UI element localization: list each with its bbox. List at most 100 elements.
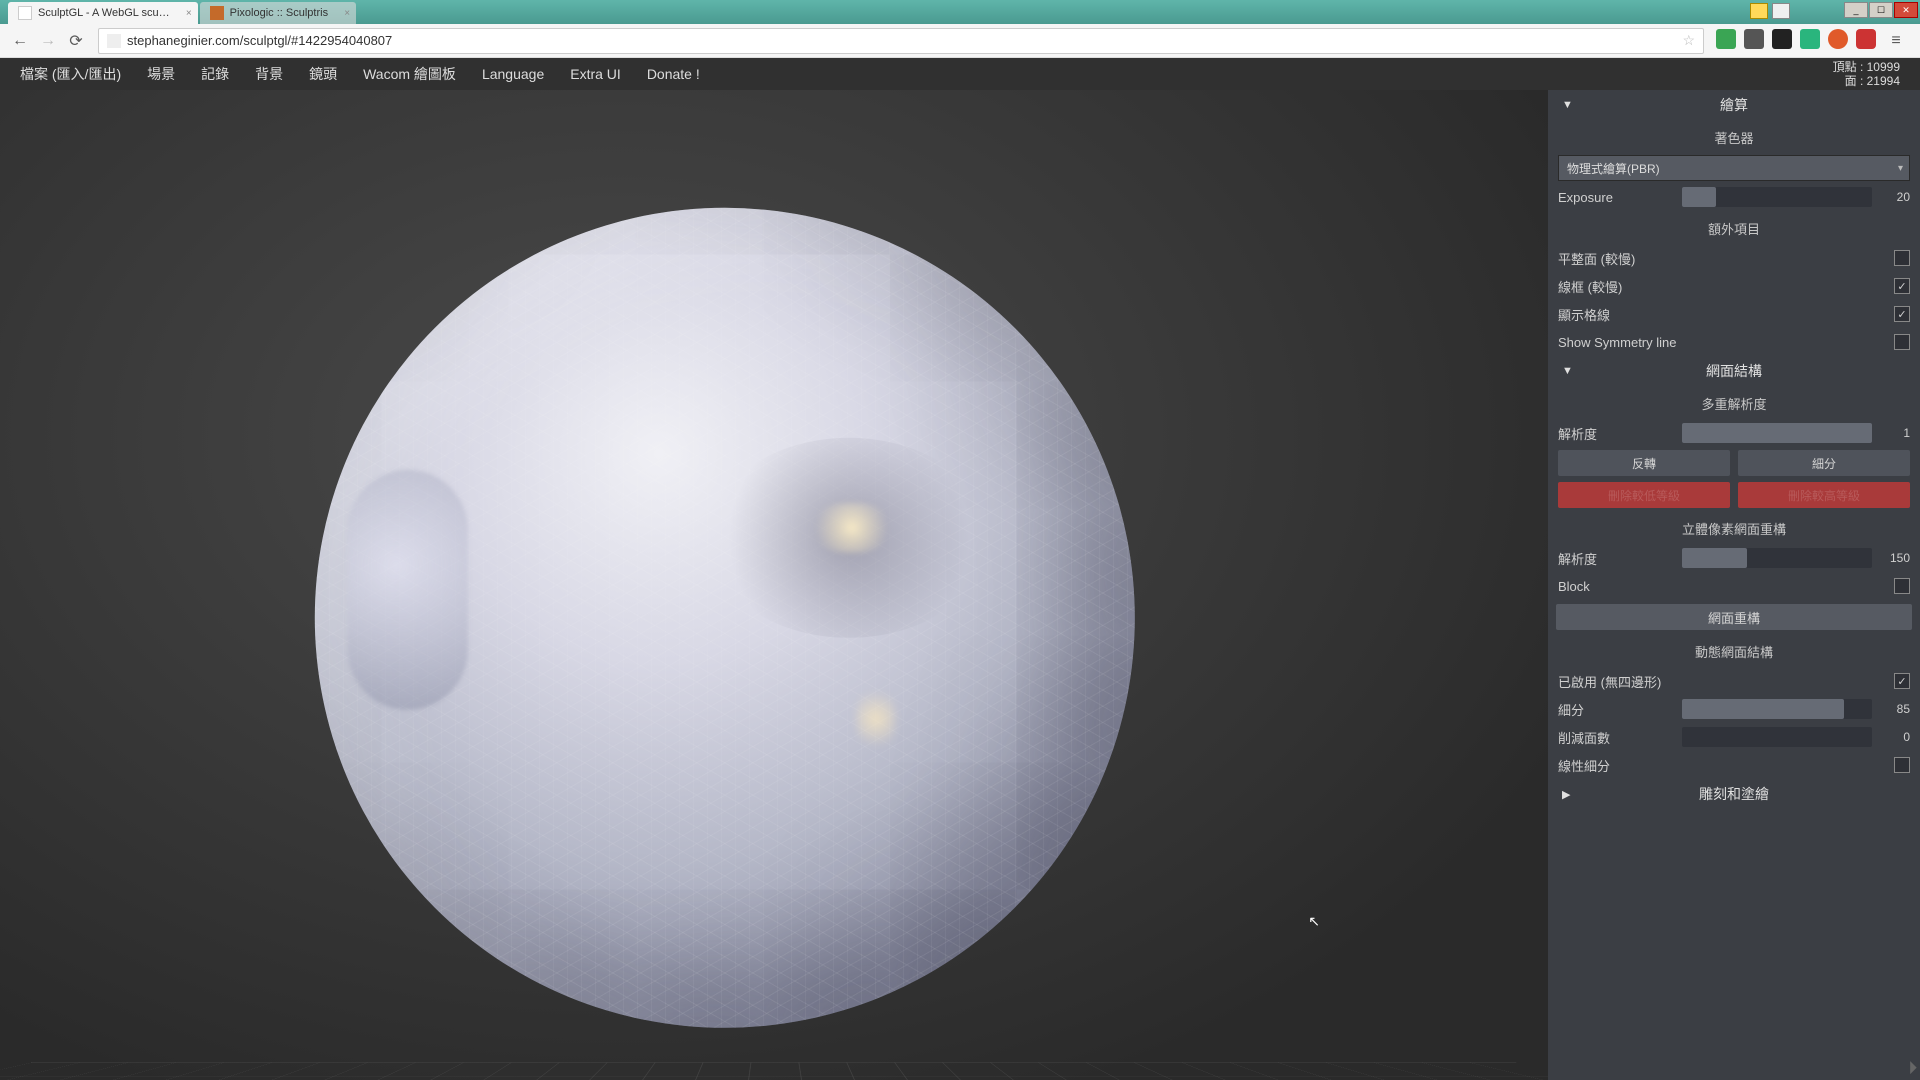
expand-icon: ▶ [1562,788,1570,801]
section-dynamic: 動態網面結構 [1548,634,1920,667]
grid-checkbox[interactable]: ✓ [1894,306,1910,322]
panel-header-sculpt[interactable]: ▶ 雕刻和塗繪 [1548,779,1920,809]
vertex-count: 10999 [1867,60,1900,74]
tab-close-icon[interactable]: × [344,8,350,19]
panel-title: 網面結構 [1706,361,1762,381]
mesh-stats: 頂點 : 10999 面 : 21994 [1833,60,1900,88]
bookmark-star-icon[interactable]: ☆ [1682,32,1695,49]
section-voxel: 立體像素網面重構 [1548,511,1920,544]
ext-icon[interactable] [1716,29,1736,49]
menu-history[interactable]: 記錄 [201,64,229,84]
reverse-button[interactable]: 反轉 [1558,450,1730,476]
address-bar[interactable]: stephaneginier.com/sculptgl/#14229540408… [98,28,1704,54]
subdivide-button[interactable]: 細分 [1738,450,1910,476]
collapse-icon: ▼ [1562,99,1573,111]
enabled-checkbox[interactable]: ✓ [1894,673,1910,689]
symmetry-checkbox[interactable] [1894,334,1910,350]
block-label: Block [1558,579,1894,594]
sys-icon[interactable] [1772,3,1790,19]
delete-lower-button[interactable]: 刪除較低等級 [1558,482,1730,508]
linear-checkbox[interactable] [1894,757,1910,773]
window-close-button[interactable]: ✕ [1894,2,1918,18]
reload-button[interactable]: ⟳ [64,29,88,53]
browser-tab-strip: SculptGL - A WebGL scu… × Pixologic :: S… [0,0,1920,24]
wireframe-label: 線框 (較慢) [1558,277,1894,296]
resolution-slider[interactable] [1682,423,1872,443]
linear-label: 線性細分 [1558,756,1894,775]
tab-title: Pixologic :: Sculptris [230,7,328,19]
menu-wacom[interactable]: Wacom 繪圖板 [363,64,456,84]
panel-header-render[interactable]: ▼ 繪算 [1548,90,1920,120]
chrome-menu-icon[interactable]: ≡ [1884,29,1908,53]
remesh-button[interactable]: 網面重構 [1556,604,1912,630]
voxel-res-value: 150 [1878,551,1910,565]
window-controls: _ ☐ ✕ [1843,2,1918,18]
tab-sculptgl[interactable]: SculptGL - A WebGL scu… × [8,2,198,24]
grid-label: 顯示格線 [1558,305,1894,324]
delete-higher-button[interactable]: 刪除較高等級 [1738,482,1910,508]
ground-grid [0,1063,1548,1080]
resolution-value: 1 [1878,426,1910,440]
wireframe-checkbox[interactable]: ✓ [1894,278,1910,294]
ext-icon[interactable] [1828,29,1848,49]
app-menubar: 檔案 (匯入/匯出) 場景 記錄 背景 鏡頭 Wacom 繪圖板 Languag… [0,58,1920,90]
decimation-value: 0 [1878,730,1910,744]
flat-checkbox[interactable] [1894,250,1910,266]
resize-handle-icon[interactable]: ◢ [1901,1059,1917,1075]
menu-extraui[interactable]: Extra UI [570,66,621,82]
tab-close-icon[interactable]: × [186,8,192,19]
system-tray [1750,3,1790,19]
browser-toolbar: ← → ⟳ stephaneginier.com/sculptgl/#14229… [0,24,1920,58]
panel-header-topology[interactable]: ▼ 網面結構 [1548,356,1920,386]
symmetry-label: Show Symmetry line [1558,335,1894,350]
decimation-label: 削減面數 [1558,728,1682,747]
exposure-value: 20 [1878,190,1910,204]
menu-background[interactable]: 背景 [255,64,283,84]
back-button[interactable]: ← [8,29,32,53]
voxel-res-slider[interactable] [1682,548,1872,568]
menu-donate[interactable]: Donate ! [647,66,700,82]
flat-label: 平整面 (較慢) [1558,249,1894,268]
face-count: 21994 [1867,74,1900,88]
ext-icon[interactable] [1856,29,1876,49]
ext-icon[interactable] [1800,29,1820,49]
panel-title: 繪算 [1720,95,1748,115]
window-minimize-button[interactable]: _ [1844,2,1868,18]
favicon-pixologic [210,6,224,20]
tab-title: SculptGL - A WebGL scu… [38,7,170,19]
exposure-slider[interactable] [1682,187,1872,207]
menu-scene[interactable]: 場景 [147,64,175,84]
voxel-res-label: 解析度 [1558,549,1682,568]
menu-camera[interactable]: 鏡頭 [309,64,337,84]
window-maximize-button[interactable]: ☐ [1869,2,1893,18]
subdiv-value: 85 [1878,702,1910,716]
subdiv-slider[interactable] [1682,699,1872,719]
site-icon [107,34,121,48]
section-multires: 多重解析度 [1548,386,1920,419]
section-extras: 額外項目 [1548,211,1920,244]
resolution-label: 解析度 [1558,424,1682,443]
panel-title: 雕刻和塗繪 [1699,784,1769,804]
subdiv-label: 細分 [1558,700,1682,719]
enabled-label: 已啟用 (無四邊形) [1558,672,1894,691]
collapse-icon: ▼ [1562,365,1573,377]
url-text: stephaneginier.com/sculptgl/#14229540408… [127,33,392,48]
shader-select[interactable]: 物理式繪算(PBR) [1558,155,1910,181]
tab-pixologic[interactable]: Pixologic :: Sculptris × [200,2,356,24]
block-checkbox[interactable] [1894,578,1910,594]
extension-icons: ≡ [1710,29,1912,53]
exposure-label: Exposure [1558,190,1682,205]
viewport-3d[interactable]: ↖ [0,90,1548,1080]
menu-language[interactable]: Language [482,66,544,82]
section-shader: 著色器 [1548,120,1920,153]
sys-icon[interactable] [1750,3,1768,19]
row-exposure: Exposure 20 [1548,183,1920,211]
menu-file[interactable]: 檔案 (匯入/匯出) [20,64,121,84]
ext-icon[interactable] [1744,29,1764,49]
sidebar-panel: ▼ 繪算 著色器 物理式繪算(PBR) Exposure 20 額外項目 平整面… [1548,90,1920,1080]
mouse-cursor-icon: ↖ [1308,913,1320,930]
decimation-slider[interactable] [1682,727,1872,747]
sculpt-mesh[interactable] [315,208,1135,1028]
forward-button[interactable]: → [36,29,60,53]
ext-icon[interactable] [1772,29,1792,49]
